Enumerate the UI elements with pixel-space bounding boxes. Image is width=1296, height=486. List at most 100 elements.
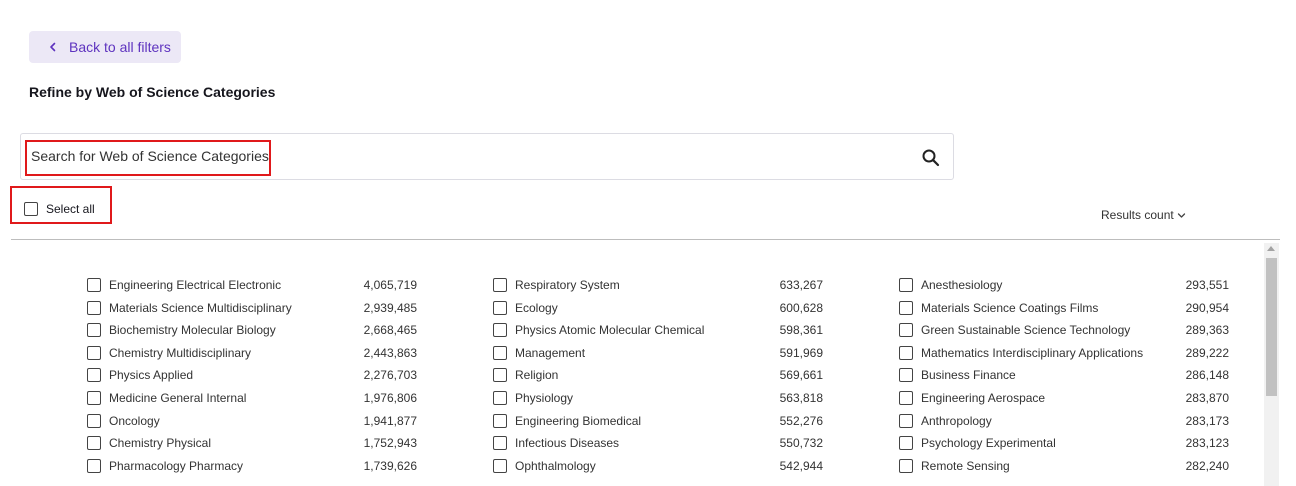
category-column: Respiratory System 633,267 Ecology 600,628 P… (493, 277, 823, 480)
category-checkbox[interactable] (87, 323, 101, 338)
category-row[interactable]: Engineering Aerospace 283,870 (899, 390, 1229, 413)
checkbox[interactable] (24, 202, 38, 216)
category-row[interactable]: Physiology 563,818 (493, 390, 823, 413)
category-row[interactable]: Chemistry Physical 1,752,943 (87, 435, 417, 458)
category-row[interactable]: Ophthalmology 542,944 (493, 458, 823, 481)
divider (11, 239, 1280, 240)
category-row[interactable]: Psychology Experimental 283,123 (899, 435, 1229, 458)
category-column: Engineering Electrical Electronic 4,065,7… (87, 277, 417, 480)
category-row[interactable]: Anthropology 283,173 (899, 413, 1229, 436)
category-row[interactable]: Respiratory System 633,267 (493, 277, 823, 300)
category-row[interactable]: Chemistry Multidisciplinary 2,443,863 (87, 345, 417, 368)
category-label: Ophthalmology (515, 458, 596, 473)
category-row[interactable]: Engineering Biomedical 552,276 (493, 413, 823, 436)
category-count: 283,173 (1185, 413, 1229, 428)
category-label: Physics Applied (109, 368, 194, 383)
category-checkbox[interactable] (493, 300, 507, 315)
category-checkbox[interactable] (87, 413, 101, 428)
category-count: 4,065,719 (363, 278, 417, 292)
back-button-label: Back to all filters (69, 39, 171, 55)
category-checkbox[interactable] (493, 390, 507, 405)
category-label: Anesthesiology (921, 278, 1003, 292)
category-row[interactable]: Ecology 600,628 (493, 300, 823, 323)
category-checkbox[interactable] (899, 390, 913, 405)
category-label: Ecology (515, 300, 558, 315)
category-checkbox[interactable] (87, 436, 101, 451)
search-input[interactable] (27, 142, 895, 170)
category-checkbox[interactable] (899, 436, 913, 451)
category-count: 633,267 (779, 278, 823, 292)
category-row[interactable]: Medicine General Internal 1,976,806 (87, 390, 417, 413)
search-icon[interactable] (921, 148, 941, 168)
category-count: 290,954 (1185, 300, 1229, 315)
category-checkbox[interactable] (87, 345, 101, 360)
category-checkbox[interactable] (493, 345, 507, 360)
category-count: 1,941,877 (363, 413, 417, 428)
category-checkbox[interactable] (899, 278, 913, 292)
category-checkbox[interactable] (87, 458, 101, 473)
category-row[interactable]: Business Finance 286,148 (899, 367, 1229, 390)
category-label: Chemistry Physical (109, 436, 212, 451)
category-row[interactable]: Oncology 1,941,877 (87, 413, 417, 436)
category-checkbox[interactable] (493, 458, 507, 473)
category-count: 1,976,806 (363, 390, 417, 405)
category-row[interactable]: Green Sustainable Science Technology 289,… (899, 322, 1229, 345)
category-label: Pharmacology Pharmacy (109, 458, 244, 473)
category-label: Religion (515, 368, 559, 383)
category-checkbox[interactable] (899, 368, 913, 383)
category-checkbox[interactable] (87, 368, 101, 383)
category-row[interactable]: Infectious Diseases 550,732 (493, 435, 823, 458)
category-checkbox[interactable] (493, 368, 507, 383)
category-row[interactable]: Religion 569,661 (493, 367, 823, 390)
category-row[interactable]: Engineering Electrical Electronic 4,065,7… (87, 277, 417, 300)
scrollbar-thumb[interactable] (1266, 258, 1277, 396)
category-count: 2,443,863 (363, 345, 417, 360)
category-row[interactable]: Remote Sensing 282,240 (899, 458, 1229, 481)
category-label: Psychology Experimental (921, 436, 1056, 451)
category-checkbox[interactable] (899, 323, 913, 338)
category-checkbox[interactable] (87, 278, 101, 292)
sort-dropdown[interactable]: Results count (1101, 208, 1186, 222)
category-label: Business Finance (921, 368, 1016, 383)
category-count: 283,870 (1185, 390, 1229, 405)
scroll-up-arrow[interactable] (1267, 246, 1275, 251)
category-checkbox[interactable] (493, 278, 507, 292)
category-checkbox[interactable] (899, 458, 913, 473)
category-checkbox[interactable] (899, 300, 913, 315)
category-count: 569,661 (779, 368, 823, 383)
category-label: Engineering Aerospace (921, 390, 1046, 405)
category-label: Management (515, 345, 586, 360)
category-row[interactable]: Physics Applied 2,276,703 (87, 367, 417, 390)
category-row[interactable]: Management 591,969 (493, 345, 823, 368)
category-row[interactable]: Pharmacology Pharmacy 1,739,626 (87, 458, 417, 481)
category-label: Remote Sensing (921, 458, 1010, 473)
category-checkbox[interactable] (493, 323, 507, 338)
category-checkbox[interactable] (493, 436, 507, 451)
category-row[interactable]: Mathematics Interdisciplinary Applicatio… (899, 345, 1229, 368)
chevron-left-icon (50, 42, 56, 52)
category-checkbox[interactable] (899, 345, 913, 360)
category-row[interactable]: Anesthesiology 293,551 (899, 277, 1229, 300)
category-row[interactable]: Materials Science Multidisciplinary 2,939… (87, 300, 417, 323)
page-title: Refine by Web of Science Categories (29, 84, 276, 100)
category-checkbox[interactable] (899, 413, 913, 428)
select-all-checkbox[interactable]: Select all (24, 202, 95, 216)
category-label: Respiratory System (515, 278, 620, 292)
category-label: Materials Science Coatings Films (921, 300, 1099, 315)
back-to-all-filters-button[interactable]: Back to all filters (29, 31, 181, 63)
category-count: 591,969 (779, 345, 823, 360)
category-checkbox[interactable] (87, 390, 101, 405)
category-row[interactable]: Materials Science Coatings Films 290,954 (899, 300, 1229, 323)
category-count: 2,276,703 (363, 368, 417, 383)
category-row[interactable]: Biochemistry Molecular Biology 2,668,465 (87, 322, 417, 345)
category-label: Medicine General Internal (109, 390, 247, 405)
category-row[interactable]: Physics Atomic Molecular Chemical 598,361 (493, 322, 823, 345)
category-column: Anesthesiology 293,551 Materials Science C… (899, 277, 1229, 480)
category-count: 283,123 (1185, 436, 1229, 451)
select-all-label: Select all (46, 202, 95, 216)
category-checkbox[interactable] (87, 300, 101, 315)
category-label: Biochemistry Molecular Biology (109, 323, 276, 338)
category-count: 542,944 (779, 458, 823, 473)
category-label: Physics Atomic Molecular Chemical (515, 323, 705, 338)
category-checkbox[interactable] (493, 413, 507, 428)
